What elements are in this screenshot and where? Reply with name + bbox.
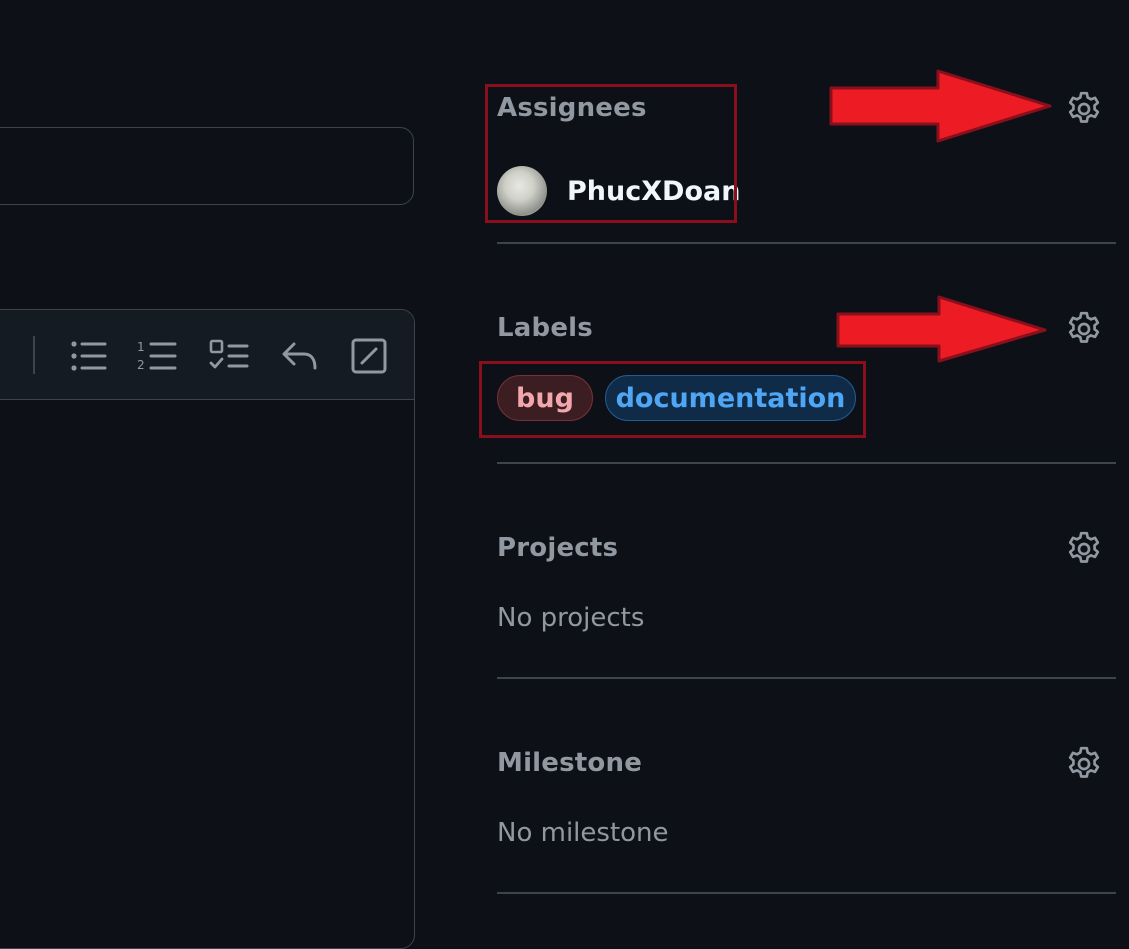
- ordered-list-button[interactable]: 1 2: [137, 338, 177, 374]
- projects-empty-text: No projects: [497, 603, 645, 633]
- divider: [497, 892, 1116, 894]
- slash-command-button[interactable]: [349, 338, 389, 374]
- reply-button[interactable]: [279, 338, 319, 374]
- projects-section: Projects No projects: [497, 530, 1117, 640]
- reply-icon: [282, 342, 317, 370]
- projects-settings-button[interactable]: [1063, 528, 1105, 570]
- divider: [497, 242, 1116, 244]
- assignees-section: Assignees PhucXDoan: [497, 90, 1117, 230]
- toolbar-separator: [33, 336, 35, 374]
- unordered-list-icon: [71, 341, 107, 371]
- gear-icon: [1068, 531, 1100, 563]
- milestone-settings-button[interactable]: [1063, 743, 1105, 785]
- assignees-settings-button[interactable]: [1063, 88, 1105, 130]
- label-bug[interactable]: bug: [497, 375, 593, 421]
- milestone-empty-text: No milestone: [497, 818, 669, 848]
- projects-heading: Projects: [497, 533, 619, 563]
- gear-icon: [1068, 746, 1100, 778]
- labels-section: Labels: [497, 310, 1117, 350]
- divider: [497, 462, 1116, 464]
- label-documentation[interactable]: documentation: [605, 375, 856, 421]
- labels-heading: Labels: [497, 313, 593, 343]
- task-list-icon: [209, 339, 249, 369]
- comment-editor[interactable]: 1 2: [0, 309, 415, 949]
- milestone-section: Milestone No milestone: [497, 745, 1117, 855]
- assignee-name: PhucXDoan: [567, 175, 741, 207]
- unordered-list-button[interactable]: [69, 338, 109, 374]
- avatar: [497, 166, 547, 216]
- issue-title-input[interactable]: [0, 127, 414, 205]
- task-list-button[interactable]: [209, 338, 249, 374]
- divider: [497, 677, 1116, 679]
- gear-icon: [1068, 311, 1100, 343]
- milestone-heading: Milestone: [497, 748, 643, 778]
- assignees-heading: Assignees: [497, 93, 647, 123]
- slash-command-icon: [351, 338, 387, 374]
- editor-toolbar: 1 2: [0, 310, 414, 400]
- svg-text:1: 1: [137, 340, 145, 354]
- labels-settings-button[interactable]: [1063, 308, 1105, 350]
- gear-icon: [1068, 91, 1100, 123]
- svg-text:2: 2: [137, 358, 145, 372]
- assignee-item[interactable]: PhucXDoan: [497, 166, 740, 216]
- ordered-list-icon: 1 2: [137, 340, 177, 372]
